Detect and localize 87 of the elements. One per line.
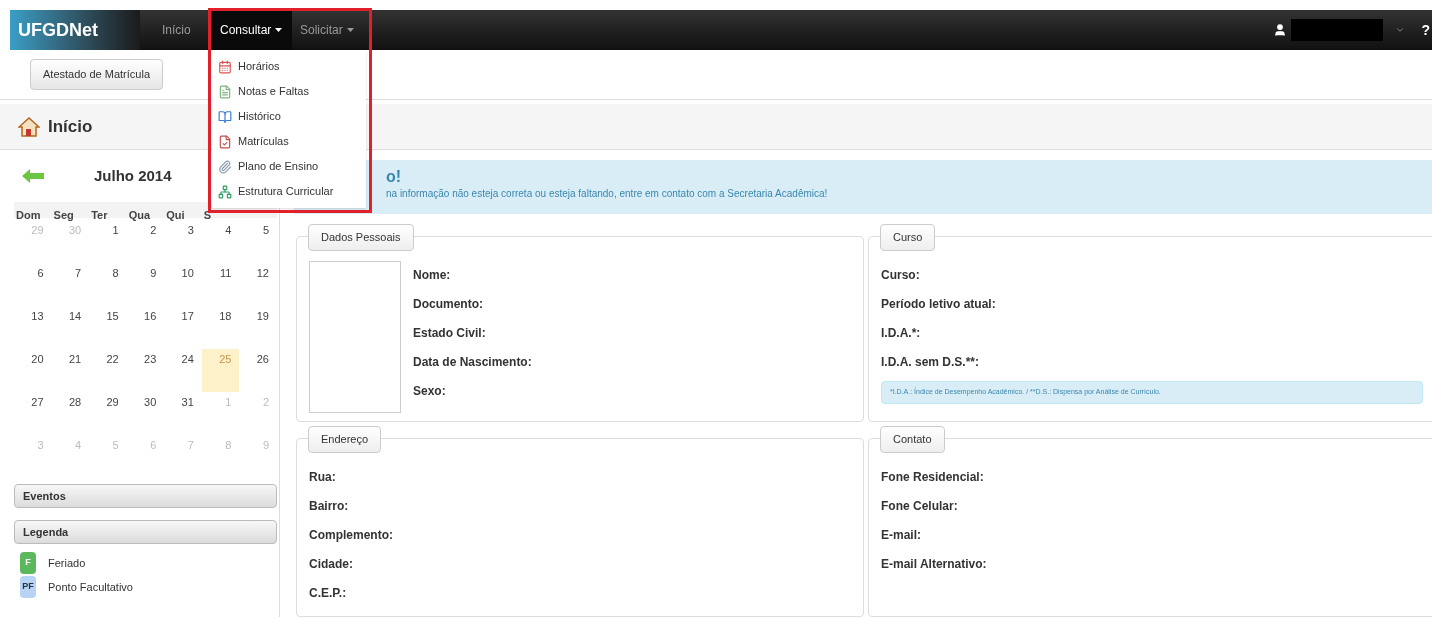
- alert-heading: o!: [386, 168, 403, 186]
- field-label: Data de Nascimento:: [413, 354, 532, 371]
- calendar-day[interactable]: 30: [126, 392, 165, 435]
- calendar-day[interactable]: 18: [201, 306, 240, 349]
- calendar-day[interactable]: 21: [51, 349, 90, 392]
- legend-badge: PF: [20, 576, 36, 598]
- nav-menu-item[interactable]: Solicitar: [292, 10, 368, 50]
- calendar-day[interactable]: 28: [51, 392, 90, 435]
- paperclip-icon: [218, 159, 232, 174]
- calendar-day[interactable]: 23: [126, 349, 165, 392]
- dropdown-menu-item[interactable]: Matrículas: [212, 129, 366, 154]
- weekday-label: Qui: [166, 209, 185, 221]
- dropdown-menu-item[interactable]: Notas e Faltas: [212, 79, 366, 104]
- caret-icon: [275, 28, 283, 32]
- legend-label: Feriado: [48, 555, 86, 571]
- calendar-day[interactable]: 3: [164, 220, 202, 263]
- field-label: Bairro:: [309, 498, 350, 515]
- field-label: Cidade:: [309, 556, 354, 573]
- calendar-day[interactable]: 20: [14, 349, 52, 392]
- field-label: Fone Residencial:: [881, 469, 985, 486]
- nav-menu-item[interactable]: Início: [154, 10, 212, 50]
- book-icon: [218, 109, 232, 124]
- calendar-day[interactable]: 6: [14, 263, 52, 306]
- alert-text: na informação não esteja correta ou esteja faltando, entre em contato com a Secretaria Acadêmica!: [386, 187, 829, 201]
- calendar-icon: [218, 59, 232, 74]
- caret-icon[interactable]: [1395, 25, 1406, 35]
- field-label: Nome:: [413, 267, 452, 284]
- panel-header[interactable]: Eventos: [14, 484, 277, 508]
- field-label: Documento:: [413, 296, 484, 313]
- field-label: I.D.A.*:: [881, 325, 922, 342]
- calendar-day[interactable]: 1: [89, 220, 127, 263]
- dropdown-menu-item[interactable]: Horários: [212, 54, 366, 79]
- dropdown-menu-item[interactable]: Plano de Ensino: [212, 154, 366, 179]
- field-label: Estado Civil:: [413, 325, 487, 342]
- home-icon: [18, 116, 40, 137]
- legend-badge: F: [20, 552, 36, 574]
- field-label: Período letivo atual:: [881, 296, 996, 313]
- field-label: E-mail:: [881, 527, 922, 544]
- calendar-day[interactable]: 15: [89, 306, 127, 349]
- back-arrow-icon[interactable]: [22, 169, 44, 183]
- calendar-day[interactable]: 2: [126, 220, 165, 263]
- structure-icon: [218, 184, 232, 199]
- caret-icon: [346, 28, 354, 32]
- calendar-day[interactable]: 4: [201, 220, 240, 263]
- field-label: Curso:: [881, 267, 921, 284]
- certificate-button[interactable]: Atestado de Matrícula: [30, 59, 163, 90]
- weekday-label: Seg: [53, 209, 74, 221]
- calendar-day[interactable]: 19: [239, 306, 277, 349]
- calendar-day[interactable]: 13: [14, 306, 52, 349]
- weekday-label: Ter: [91, 209, 108, 221]
- month-title: Julho 2014: [94, 165, 172, 186]
- dropdown-menu-item[interactable]: Estrutura Curricular: [212, 179, 366, 204]
- weekday-label: Qua: [128, 209, 151, 221]
- checklist-icon: [218, 134, 232, 149]
- field-label: Complemento:: [309, 527, 393, 544]
- field-label: Sexo:: [413, 383, 447, 400]
- field-label: E-mail Alternativo:: [881, 556, 987, 573]
- field-label: I.D.A. sem D.S.**:: [881, 354, 981, 371]
- calendar-day[interactable]: 29: [89, 392, 127, 435]
- calendar-day[interactable]: 17: [164, 306, 202, 349]
- calendar-day[interactable]: 5: [239, 220, 277, 263]
- weekday-label: Dom: [16, 209, 41, 221]
- calendar-day[interactable]: 10: [164, 263, 202, 306]
- logo[interactable]: UFGDNet: [10, 10, 140, 50]
- nav-menu-item[interactable]: Consultar: [212, 10, 292, 50]
- calendar-day[interactable]: 27: [14, 392, 52, 435]
- dropdown-menu-item[interactable]: Histórico: [212, 104, 366, 129]
- calendar-day[interactable]: 8: [89, 263, 127, 306]
- calendar-day[interactable]: 22: [89, 349, 127, 392]
- calendar-day[interactable]: 24: [164, 349, 202, 392]
- panel-header[interactable]: Legenda: [14, 520, 277, 544]
- page-title: Início: [48, 115, 93, 138]
- calendar-day[interactable]: 16: [126, 306, 165, 349]
- calendar-day[interactable]: 31: [164, 392, 202, 435]
- calendar-day[interactable]: 11: [201, 263, 240, 306]
- field-label: Rua:: [309, 469, 337, 486]
- calendar-day[interactable]: 9: [126, 263, 165, 306]
- calendar-day[interactable]: 7: [51, 263, 90, 306]
- field-label: C.E.P.:: [309, 585, 348, 602]
- field-label: Fone Celular:: [881, 498, 959, 515]
- user-icon[interactable]: [1273, 23, 1288, 37]
- calendar-day[interactable]: 12: [239, 263, 277, 306]
- legend-label: Ponto Facultativo: [48, 579, 133, 595]
- help-link[interactable]: ?: [1421, 19, 1430, 41]
- calendar-day[interactable]: 26: [239, 349, 277, 392]
- calendar-day[interactable]: 14: [51, 306, 90, 349]
- document-icon: [218, 84, 232, 99]
